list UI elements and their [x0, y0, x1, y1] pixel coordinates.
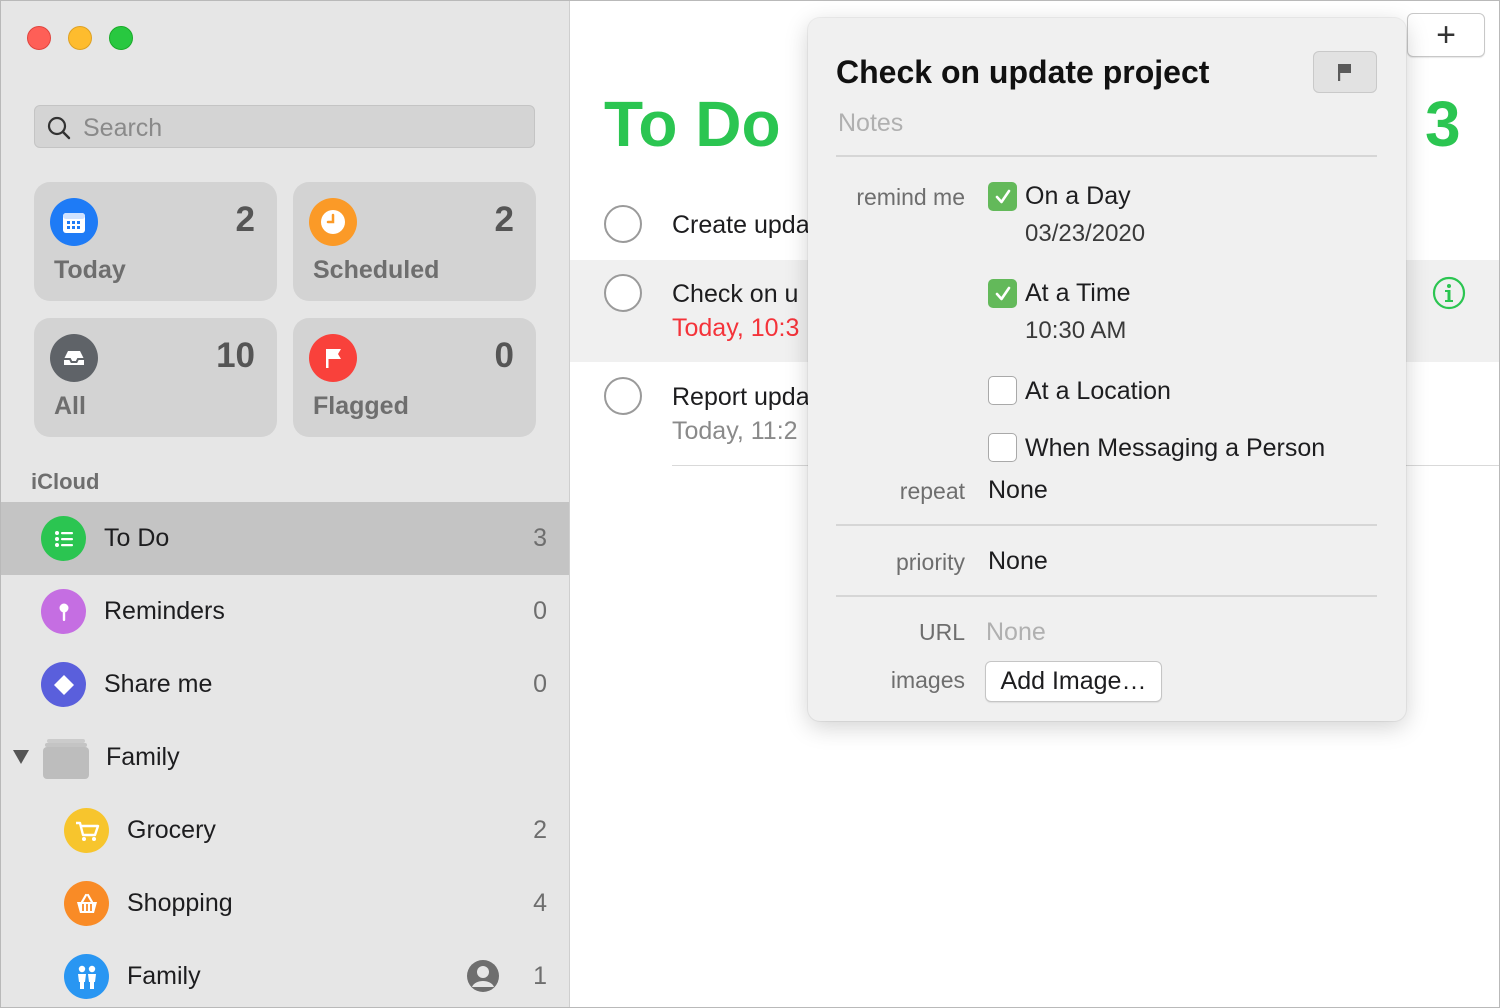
all-count: 10	[216, 336, 255, 375]
url-label: URL	[918, 619, 965, 645]
sidebar-item-family[interactable]: Family 1	[1, 940, 569, 1007]
on-a-day-label: On a Day	[1025, 182, 1131, 210]
flagged-label: Flagged	[313, 392, 409, 420]
sidebar-item-label: Reminders	[104, 597, 225, 625]
minimize-window-button[interactable]	[68, 26, 92, 50]
people-icon	[64, 954, 109, 999]
divider	[836, 595, 1377, 597]
info-icon[interactable]	[1432, 276, 1466, 310]
repeat-value[interactable]: None	[988, 476, 1048, 505]
reminder-details-popover: Check on update project Notes remind me …	[808, 18, 1406, 721]
search-field[interactable]: Search	[34, 105, 535, 148]
task-due-overdue: Today, 10:3	[672, 314, 800, 342]
task-complete-checkbox[interactable]	[604, 377, 642, 415]
sidebar-item-reminders[interactable]: Reminders 0	[1, 575, 569, 648]
list-count: 3	[1425, 88, 1461, 160]
disclosure-triangle-icon[interactable]	[12, 749, 30, 765]
flagged-count: 0	[494, 336, 514, 375]
sidebar-item-count: 1	[533, 962, 547, 990]
sidebar-item-count: 2	[533, 816, 547, 844]
sidebar-item-count: 0	[533, 597, 547, 625]
task-complete-checkbox[interactable]	[604, 205, 642, 243]
today-count: 2	[235, 200, 255, 239]
shared-person-icon	[467, 960, 499, 992]
task-title[interactable]: Report upda	[672, 383, 810, 412]
task-title[interactable]: Create upda	[672, 211, 810, 240]
smart-list-scheduled[interactable]: 2 Scheduled	[293, 182, 536, 301]
sidebar-item-label: Grocery	[127, 816, 216, 844]
sidebar-item-label: Shopping	[127, 889, 233, 917]
task-title[interactable]: Check on u	[672, 280, 798, 309]
priority-label: priority	[895, 549, 965, 575]
pin-icon	[41, 589, 86, 634]
task-due: Today, 11:2	[672, 417, 798, 445]
sidebar-group-family[interactable]: Family	[1, 721, 569, 794]
sidebar-item-share-me[interactable]: Share me 0	[1, 648, 569, 721]
list-title: To Do	[604, 88, 781, 160]
zoom-window-button[interactable]	[109, 26, 133, 50]
on-a-day-checkbox[interactable]	[988, 182, 1017, 211]
divider	[836, 155, 1377, 157]
flag-icon	[309, 334, 357, 382]
flag-icon	[1338, 64, 1351, 81]
date-value[interactable]: 03/23/2020	[1025, 220, 1145, 248]
images-label: images	[890, 667, 965, 693]
add-reminder-button[interactable]: +	[1407, 13, 1485, 57]
today-label: Today	[54, 256, 126, 284]
cart-icon	[64, 808, 109, 853]
at-a-location-label: At a Location	[1025, 377, 1171, 405]
close-window-button[interactable]	[27, 26, 51, 50]
scheduled-label: Scheduled	[313, 256, 440, 284]
time-value[interactable]: 10:30 AM	[1025, 317, 1126, 345]
url-field[interactable]: None	[986, 618, 1046, 647]
sidebar: Search 2 Today 2 Scheduled 10 All 0 Flag…	[1, 1, 570, 1007]
notes-field[interactable]: Notes	[838, 109, 903, 138]
sidebar-item-label: Share me	[104, 670, 213, 698]
divider	[836, 524, 1377, 526]
basket-icon	[64, 881, 109, 926]
smart-list-flagged[interactable]: 0 Flagged	[293, 318, 536, 437]
smart-list-all[interactable]: 10 All	[34, 318, 277, 437]
sidebar-item-label: To Do	[104, 524, 170, 552]
sidebar-item-label: Family	[127, 962, 201, 990]
icloud-section-header: iCloud	[31, 469, 100, 494]
scheduled-count: 2	[494, 200, 514, 239]
sidebar-item-count: 4	[533, 889, 547, 917]
task-complete-checkbox[interactable]	[604, 274, 642, 312]
popover-title[interactable]: Check on update project	[836, 54, 1209, 91]
folder-icon	[43, 737, 89, 779]
smart-list-today[interactable]: 2 Today	[34, 182, 277, 301]
calendar-icon	[50, 198, 98, 246]
at-a-location-checkbox[interactable]	[988, 376, 1017, 405]
tray-icon	[50, 334, 98, 382]
sidebar-item-shopping[interactable]: Shopping 4	[1, 867, 569, 940]
search-icon	[47, 116, 71, 140]
sidebar-item-grocery[interactable]: Grocery 2	[1, 794, 569, 867]
sidebar-item-to-do[interactable]: To Do 3	[1, 502, 569, 575]
when-messaging-checkbox[interactable]	[988, 433, 1017, 462]
reminders-window: Search 2 Today 2 Scheduled 10 All 0 Flag…	[0, 0, 1500, 1008]
sidebar-item-count: 0	[533, 670, 547, 698]
clock-icon	[309, 198, 357, 246]
flag-button[interactable]	[1313, 51, 1377, 93]
diamond-icon	[41, 662, 86, 707]
repeat-label: repeat	[899, 478, 965, 504]
add-image-button[interactable]: Add Image…	[985, 661, 1162, 702]
all-label: All	[54, 392, 86, 420]
at-a-time-label: At a Time	[1025, 279, 1131, 307]
sidebar-item-count: 3	[533, 524, 547, 552]
sidebar-group-label: Family	[106, 743, 180, 771]
remind-me-label: remind me	[856, 184, 965, 210]
at-a-time-checkbox[interactable]	[988, 279, 1017, 308]
when-messaging-label: When Messaging a Person	[1025, 434, 1326, 462]
search-placeholder: Search	[83, 114, 163, 142]
priority-value[interactable]: None	[988, 547, 1048, 576]
list-bullet-icon	[41, 516, 86, 561]
